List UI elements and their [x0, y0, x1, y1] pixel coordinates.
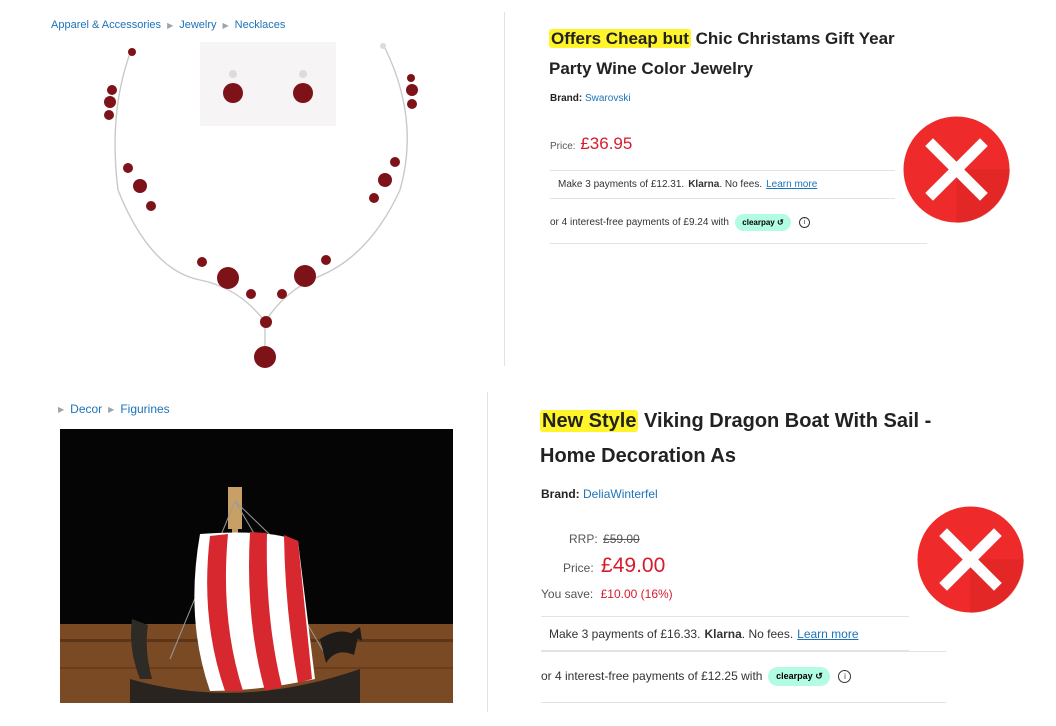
divider: [550, 243, 927, 244]
breadcrumb: ▶ Decor ▶ Figurines: [58, 402, 170, 416]
breadcrumb-item-apparel[interactable]: Apparel & Accessories: [51, 19, 161, 31]
column-divider: [504, 12, 505, 366]
breadcrumb-item-figurines[interactable]: Figurines: [120, 402, 169, 416]
product-title: New Style Viking Dragon Boat With Sail -…: [540, 404, 931, 474]
red-x-icon: [917, 506, 1024, 613]
info-icon[interactable]: i: [798, 216, 810, 228]
savings-line: You save: £10.00 (16%): [541, 587, 673, 601]
title-line1: Chic Christams Gift Year: [690, 29, 895, 48]
info-icon[interactable]: i: [838, 669, 852, 683]
clearpay-row: or 4 interest-free payments of £9.24 wit…: [550, 211, 810, 233]
divider: [541, 651, 946, 652]
divider: [541, 702, 946, 703]
chevron-right-icon: ▶: [108, 404, 115, 414]
chevron-right-icon: ▶: [222, 20, 229, 30]
save-label: You save:: [541, 587, 594, 601]
brand-label: Brand:: [541, 487, 580, 501]
clearpay-badge[interactable]: clearpay ↺: [768, 666, 831, 686]
clearpay-text: or 4 interest-free payments of £9.24 wit…: [550, 216, 729, 228]
klarna-prefix: Make 3 payments of £16.33.: [549, 626, 701, 641]
breadcrumb-item-necklaces[interactable]: Necklaces: [235, 19, 286, 31]
title-highlight: New Style: [540, 410, 639, 432]
brand-label: Brand:: [550, 93, 583, 104]
clearpay-badge-label: clearpay: [776, 671, 813, 681]
product-title: Offers Cheap but Chic Christams Gift Yea…: [549, 24, 895, 84]
learn-more-link[interactable]: Learn more: [766, 179, 817, 190]
column-divider: [487, 392, 488, 712]
klarna-suffix: . No fees.: [741, 626, 794, 641]
price-value: £36.95: [580, 134, 633, 153]
brand-line: Brand: DeliaWinterfel: [541, 487, 658, 501]
chevron-right-icon: ▶: [167, 20, 174, 30]
title-line1: Viking Dragon Boat With Sail -: [638, 410, 932, 432]
red-x-icon: [903, 116, 1010, 223]
brand-link[interactable]: DeliaWinterfel: [583, 487, 658, 501]
title-highlight: Offers Cheap but: [549, 29, 691, 48]
brand-link[interactable]: Swarovski: [585, 93, 631, 104]
klarna-row: Make 3 payments of £16.33. Klarna . No f…: [541, 616, 909, 651]
klarna-brand: Klarna: [704, 626, 742, 641]
listing-panel-1: Apparel & Accessories ▶ Jewelry ▶ Neckla…: [0, 0, 1056, 372]
klarna-prefix: Make 3 payments of £12.31.: [558, 179, 685, 190]
klarna-brand: Klarna: [688, 179, 720, 190]
save-value: £10.00 (16%): [600, 587, 673, 601]
price-label: Price:: [550, 141, 576, 152]
rrp-value: £59.00: [603, 532, 640, 546]
listing-panel-2: ▶ Decor ▶ Figurines New Style Viking Dra…: [0, 384, 1056, 726]
clearpay-text: or 4 interest-free payments of £12.25 wi…: [541, 669, 763, 683]
breadcrumb-item-jewelry[interactable]: Jewelry: [179, 19, 216, 31]
price-value: £49.00: [601, 554, 666, 577]
price-line: Price: £36.95: [550, 134, 632, 154]
breadcrumb-item-decor[interactable]: Decor: [70, 402, 102, 416]
rrp-label: RRP:: [569, 532, 598, 546]
clearpay-badge[interactable]: clearpay ↺: [734, 213, 791, 231]
learn-more-link[interactable]: Learn more: [797, 627, 858, 641]
klarna-row: Make 3 payments of £12.31. Klarna . No f…: [550, 170, 895, 199]
product-image[interactable]: [60, 429, 453, 703]
breadcrumb: Apparel & Accessories ▶ Jewelry ▶ Neckla…: [51, 19, 285, 31]
product-image[interactable]: [90, 40, 430, 370]
price-label: Price:: [563, 561, 594, 575]
clearpay-badge-label: clearpay: [742, 217, 775, 227]
title-line2: Home Decoration As: [540, 445, 736, 467]
clearpay-row: or 4 interest-free payments of £12.25 wi…: [541, 664, 852, 688]
brand-line: Brand: Swarovski: [550, 93, 631, 104]
title-line2: Party Wine Color Jewelry: [549, 59, 753, 78]
price-line: Price: £49.00: [563, 554, 665, 578]
rrp-line: RRP: £59.00: [569, 532, 640, 546]
klarna-suffix: . No fees.: [719, 179, 763, 190]
chevron-right-icon: ▶: [58, 404, 65, 414]
